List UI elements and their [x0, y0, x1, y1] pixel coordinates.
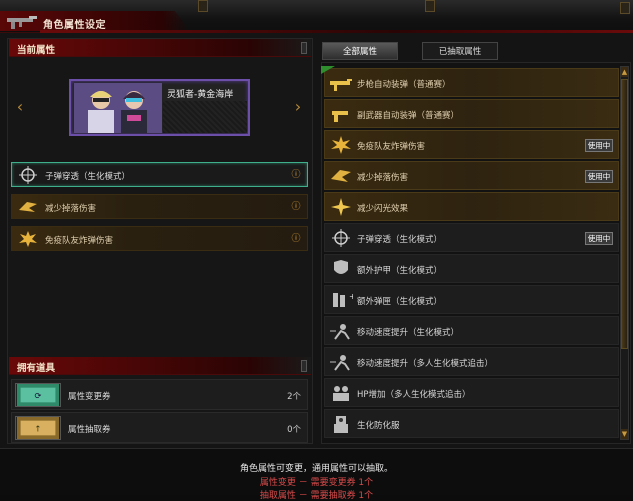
section-title: 当前属性	[17, 45, 56, 56]
header-endcap	[301, 42, 307, 54]
attribute-list-scrollbar[interactable]: ▲ ▼	[620, 66, 629, 440]
attribute-label: 减少掉落伤害	[357, 173, 409, 183]
item-label: 属性抽取券	[68, 425, 111, 435]
attribute-row[interactable]: 步枪自动装弹（普通赛）	[324, 68, 619, 97]
attribute-label: 移动速度提升（生化模式）	[357, 328, 460, 338]
ornament-icon	[198, 0, 208, 12]
window-title: 角色属性设定	[43, 20, 106, 31]
attribute-label: 步枪自动装弹（普通赛）	[357, 80, 451, 90]
attribute-row[interactable]: 副武器自动装弹（普通赛）	[324, 99, 619, 128]
attribute-label: 子弹穿透（生化模式）	[357, 235, 443, 245]
attribute-row[interactable]: 生化防化服	[324, 409, 619, 438]
footer-line-1: 角色属性可变更，通用属性可以抽取。	[239, 464, 393, 474]
attribute-slot-1[interactable]: 子弹穿透（生化模式） ⓘ	[11, 162, 308, 187]
in-use-badge: 使用中	[585, 170, 613, 183]
item-label: 属性变更券	[68, 392, 111, 402]
rifle-icon	[330, 79, 352, 91]
crosshair-icon	[332, 229, 350, 247]
speed-icon	[330, 355, 350, 371]
scroll-thumb[interactable]	[621, 79, 628, 349]
attribute-label: 减少闪光效果	[357, 204, 409, 214]
current-attributes-header: 当前属性	[9, 39, 311, 57]
info-icon[interactable]: ⓘ	[291, 201, 301, 213]
character-card[interactable]: 灵狐者-黄金海岸	[69, 79, 250, 136]
scroll-up-icon[interactable]: ▲	[621, 67, 628, 77]
attribute-row[interactable]: 减少掉落伤害 使用中	[324, 161, 619, 190]
attribute-label: 生化防化服	[357, 421, 400, 431]
attribute-label: 移动速度提升（多人生化模式追击）	[357, 359, 494, 369]
attribute-row[interactable]: HP增加（多人生化模式追击）	[324, 378, 619, 407]
section-title: 拥有道具	[17, 363, 56, 374]
game-window: 角色属性设定 当前属性 ‹ › 灵狐者-黄金海岸 子弹穿透（生化模式） ⓘ 减少…	[0, 0, 633, 501]
footer-hint: 角色属性可变更，通用属性可以抽取。 属性变更 － 需要变更券 1个 抽取属性 －…	[0, 448, 633, 501]
attribute-list: 步枪自动装弹（普通赛） 副武器自动装弹（普通赛） 免疫队友炸弹伤害 使用中 减少…	[321, 62, 631, 444]
attribute-label: 额外护甲（生化模式）	[357, 266, 443, 276]
attribute-row[interactable]: 减少闪光效果	[324, 192, 619, 221]
tab-extracted-attributes[interactable]: 已抽取属性	[422, 42, 498, 60]
svg-text:↑: ↑	[35, 424, 42, 434]
inventory-item-2[interactable]: ↑ 属性抽取券 0个	[11, 412, 308, 443]
flash-icon	[331, 198, 351, 216]
attribute-row[interactable]: + 额外弹匣（生化模式）	[324, 285, 619, 314]
magazine-icon: +	[333, 292, 353, 307]
attribute-row[interactable]: 额外护甲（生化模式）	[324, 254, 619, 283]
character-portrait	[74, 83, 162, 133]
extract-ticket-icon: ↑	[15, 416, 61, 440]
close-icon[interactable]	[620, 2, 630, 14]
change-ticket-icon: ⟳	[15, 383, 61, 407]
wing-icon	[331, 170, 351, 182]
slot-label: 免疫队友炸弹伤害	[45, 236, 114, 246]
inventory-item-1[interactable]: ⟳ 属性变更券 2个	[11, 379, 308, 410]
speed-icon	[330, 324, 350, 340]
scroll-down-icon[interactable]: ▼	[621, 429, 628, 439]
in-use-badge: 使用中	[585, 232, 613, 245]
attribute-row[interactable]: 移动速度提升（生化模式）	[324, 316, 619, 345]
attribute-label: 副武器自动装弹（普通赛）	[357, 111, 460, 121]
inventory-header: 拥有道具	[9, 357, 311, 375]
item-count: 2个	[287, 392, 301, 402]
header-endcap	[301, 360, 307, 372]
ornament-icon	[425, 0, 435, 12]
next-character-button[interactable]: ›	[292, 98, 304, 116]
item-count: 0个	[287, 425, 301, 435]
svg-text:⟳: ⟳	[35, 391, 42, 401]
attribute-label: HP增加（多人生化模式追击）	[357, 390, 471, 400]
explosion-icon	[19, 231, 37, 247]
in-use-badge: 使用中	[585, 139, 613, 152]
title-bar: 角色属性设定	[0, 0, 633, 33]
attribute-slot-2[interactable]: 减少掉落伤害 ⓘ	[11, 194, 308, 219]
attribute-label: 免疫队友炸弹伤害	[357, 142, 426, 152]
attribute-tabs: 全部属性 已抽取属性	[322, 42, 632, 60]
rifle-title-icon	[7, 16, 37, 29]
footer-line-2: 属性变更 － 需要变更券 1个	[259, 478, 374, 488]
character-name: 灵狐者-黄金海岸	[167, 90, 234, 100]
attribute-row[interactable]: 子弹穿透（生化模式） 使用中	[324, 223, 619, 252]
crosshair-icon	[19, 166, 37, 184]
hazmat-icon	[334, 416, 348, 433]
hp-icon	[333, 386, 349, 401]
info-icon[interactable]: ⓘ	[291, 233, 301, 245]
info-icon[interactable]: ⓘ	[291, 169, 301, 181]
attribute-row[interactable]: 移动速度提升（多人生化模式追击）	[324, 347, 619, 376]
svg-text:+: +	[349, 292, 353, 301]
explosion-icon	[331, 136, 351, 154]
attribute-row[interactable]: 免疫队友炸弹伤害 使用中	[324, 130, 619, 159]
attribute-slot-3[interactable]: 免疫队友炸弹伤害 ⓘ	[11, 226, 308, 251]
title-divider	[40, 30, 633, 33]
tab-all-attributes[interactable]: 全部属性	[322, 42, 398, 60]
wing-icon	[19, 202, 37, 212]
slot-label: 子弹穿透（生化模式）	[45, 172, 131, 182]
character-info-bg	[163, 101, 247, 133]
prev-character-button[interactable]: ‹	[14, 98, 26, 116]
armor-icon	[334, 260, 348, 274]
pistol-icon	[332, 111, 348, 122]
attribute-label: 额外弹匣（生化模式）	[357, 297, 443, 307]
slot-label: 减少掉落伤害	[45, 204, 97, 214]
